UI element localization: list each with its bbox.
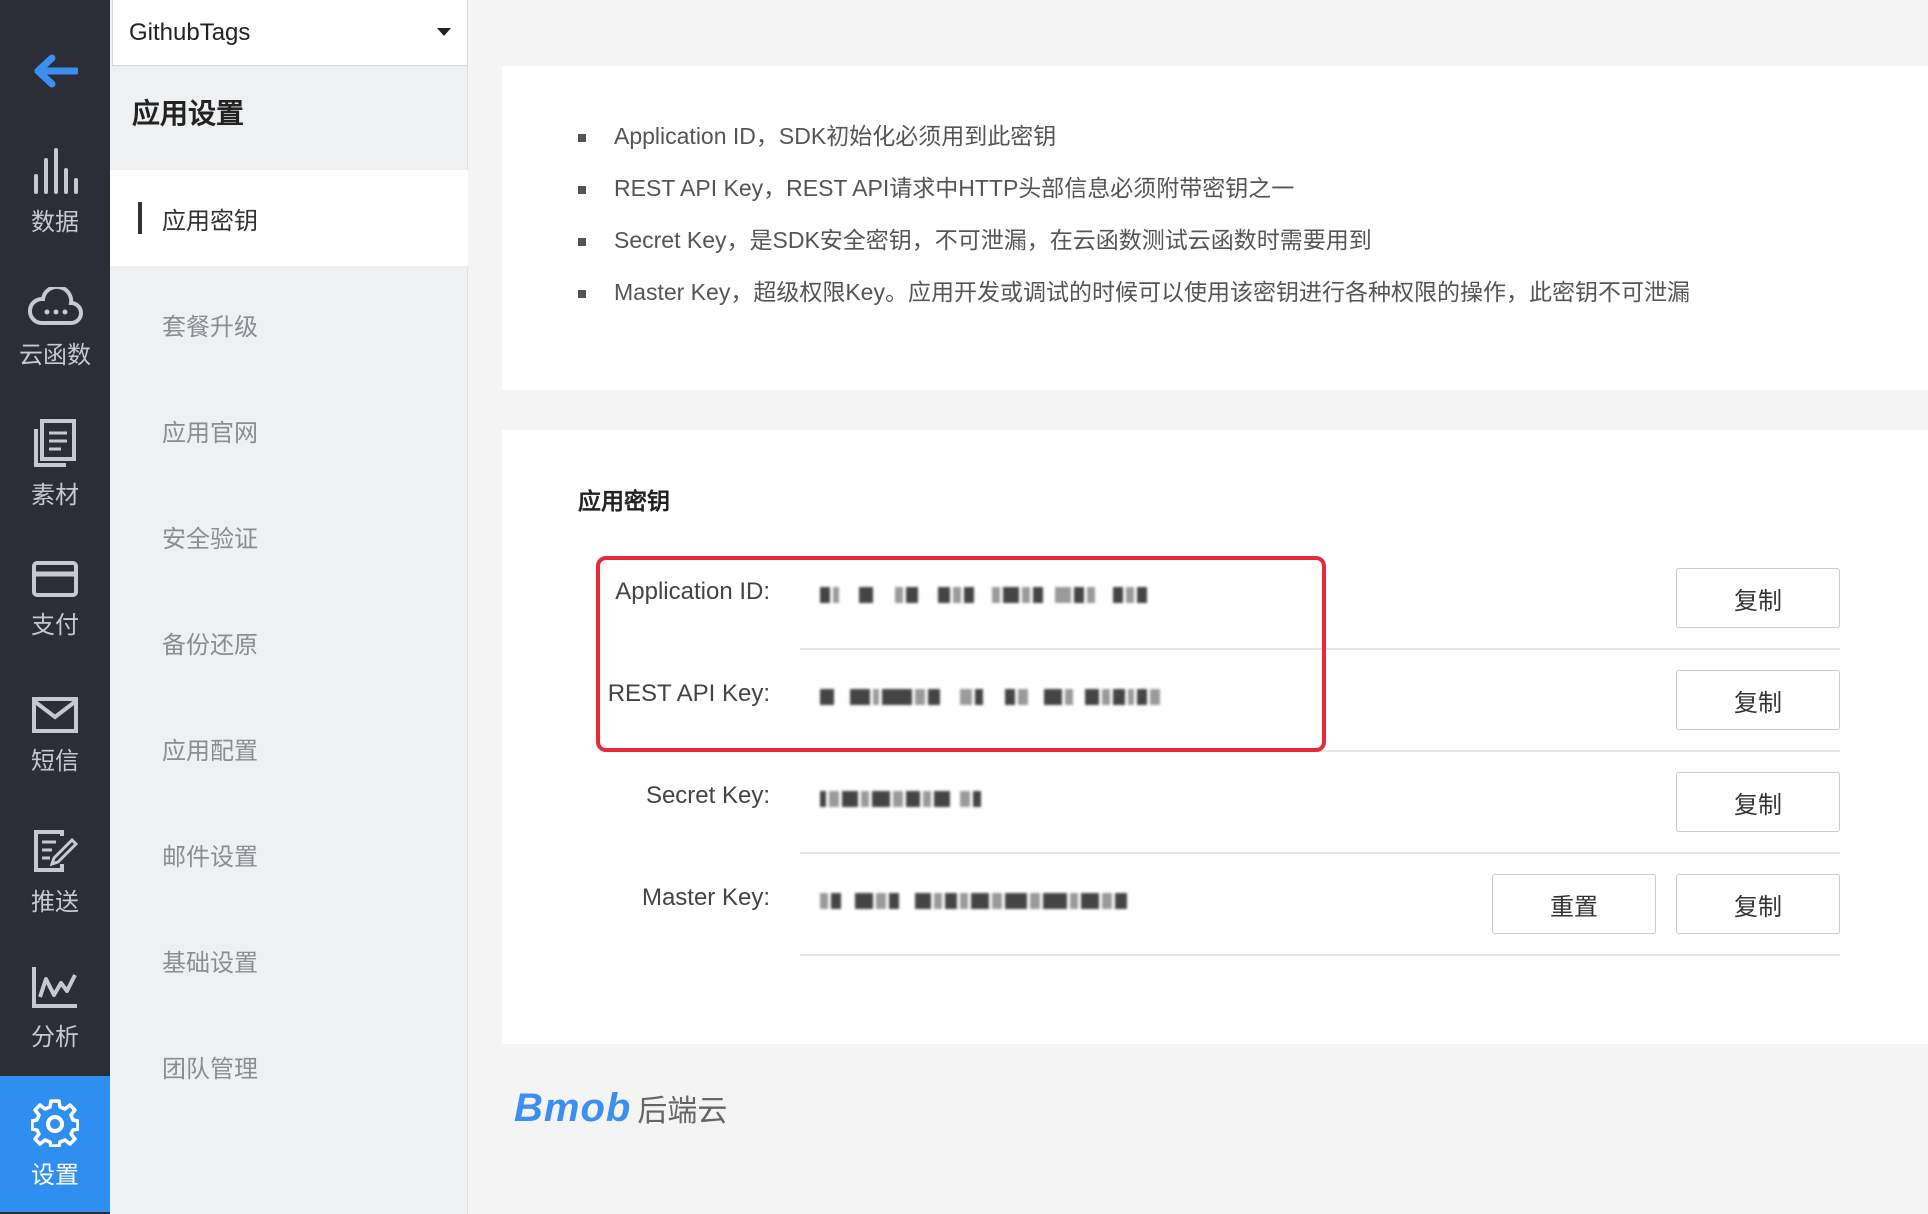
settings-sidebar: GithubTags 应用设置 应用密钥 套餐升级 应用官网 安全验证 备份还原… — [110, 0, 468, 1214]
back-button[interactable] — [0, 36, 110, 106]
bar-chart-icon — [34, 147, 78, 194]
sidebar-item-label: 应用密钥 — [162, 207, 258, 235]
rail-label: 设置 — [31, 1161, 79, 1189]
sidebar-item-app-keys[interactable]: 应用密钥 — [110, 170, 468, 266]
app-selector[interactable]: GithubTags — [112, 0, 468, 66]
rail-item-cloud-functions[interactable]: 云函数 — [0, 260, 110, 396]
list-item: Application ID，SDK初始化必须用到此密钥 — [578, 122, 1690, 174]
document-icon — [34, 418, 76, 467]
row-divider — [800, 954, 1840, 956]
key-row-application-id: Application ID: 复制 — [502, 548, 1928, 650]
copy-master-key-button[interactable]: 复制 — [1676, 874, 1840, 934]
line-chart-icon — [32, 966, 77, 1008]
key-label: REST API Key: — [607, 680, 770, 707]
key-row-master-key: Master Key: 重置 复制 — [502, 854, 1928, 956]
caret-down-icon — [437, 28, 451, 36]
sidebar-item-label: 基础设置 — [162, 949, 258, 977]
section-title: 应用密钥 — [578, 488, 670, 514]
key-value-redacted — [820, 585, 1240, 605]
sidebar-item-label: 应用官网 — [162, 419, 258, 447]
rail-label: 素材 — [31, 481, 79, 509]
sidebar-item-label: 备份还原 — [162, 631, 258, 659]
sidebar-item-app-website[interactable]: 应用官网 — [110, 382, 468, 478]
rail-item-payment[interactable]: 支付 — [0, 532, 110, 668]
rail-item-analytics[interactable]: 分析 — [0, 940, 110, 1076]
list-item: REST API Key，REST API请求中HTTP头部信息必须附带密钥之一 — [578, 174, 1690, 226]
rail-item-data[interactable]: 数据 — [0, 124, 110, 260]
rail-label: 云函数 — [19, 341, 91, 369]
key-row-secret-key: Secret Key: 复制 — [502, 752, 1928, 854]
sidebar-title: 应用设置 — [132, 98, 245, 129]
rail-item-settings[interactable]: 设置 — [0, 1076, 110, 1212]
back-arrow-icon — [34, 54, 78, 88]
sidebar-item-plan-upgrade[interactable]: 套餐升级 — [110, 276, 468, 372]
sidebar-item-label: 邮件设置 — [162, 843, 258, 871]
app-selector-value: GithubTags — [129, 18, 251, 46]
rail-label: 支付 — [31, 611, 79, 639]
key-label: Master Key: — [641, 884, 770, 911]
rail-label: 数据 — [31, 208, 79, 236]
card-icon — [32, 560, 78, 597]
bmob-logo: Bmob 后端云 — [514, 1086, 727, 1131]
sidebar-item-email-settings[interactable]: 邮件设置 — [110, 806, 468, 902]
copy-rest-api-key-button[interactable]: 复制 — [1676, 670, 1840, 730]
list-item: Master Key，超级权限Key。应用开发或调试的时候可以使用该密钥进行各种… — [578, 278, 1690, 330]
rail-item-sms[interactable]: 短信 — [0, 668, 110, 804]
sidebar-item-backup-restore[interactable]: 备份还原 — [110, 594, 468, 690]
sidebar-item-team[interactable]: 团队管理 — [110, 1018, 468, 1114]
key-value-redacted — [820, 687, 1240, 707]
brand-suffix: 后端云 — [637, 1095, 728, 1128]
key-row-rest-api-key: REST API Key: 复制 — [502, 650, 1928, 752]
key-label: Secret Key: — [645, 782, 770, 809]
push-icon — [34, 829, 78, 872]
sidebar-item-label: 套餐升级 — [162, 313, 258, 341]
mail-icon — [32, 696, 78, 733]
reset-master-key-button[interactable]: 重置 — [1492, 874, 1656, 934]
copy-secret-key-button[interactable]: 复制 — [1676, 772, 1840, 832]
sidebar-item-basic-settings[interactable]: 基础设置 — [110, 912, 468, 1008]
brand-name: Bmob — [514, 1086, 632, 1130]
key-info-list: Application ID，SDK初始化必须用到此密钥 REST API Ke… — [578, 122, 1690, 330]
sidebar-item-label: 安全验证 — [162, 525, 258, 553]
cloud-icon — [28, 286, 83, 325]
sidebar-item-label: 应用配置 — [162, 737, 258, 765]
key-value-redacted — [820, 789, 1240, 809]
list-item: Secret Key，是SDK安全密钥，不可泄漏，在云函数测试云函数时需要用到 — [578, 226, 1690, 278]
rail-label: 短信 — [31, 747, 79, 775]
key-info-card: Application ID，SDK初始化必须用到此密钥 REST API Ke… — [502, 66, 1928, 390]
app-keys-card: 应用密钥 Application ID: 复制 REST API Key: 复制… — [502, 430, 1928, 1044]
sidebar-item-app-config[interactable]: 应用配置 — [110, 700, 468, 796]
icon-rail: 数据 云函数 素材 支付 短信 推送 分析 设置 — [0, 0, 110, 1214]
rail-item-assets[interactable]: 素材 — [0, 396, 110, 532]
gear-icon — [31, 1098, 79, 1147]
key-label: Application ID: — [615, 578, 770, 605]
rail-item-push[interactable]: 推送 — [0, 804, 110, 940]
rail-label: 推送 — [31, 888, 79, 916]
sidebar-item-security[interactable]: 安全验证 — [110, 488, 468, 584]
rail-label: 分析 — [31, 1023, 79, 1051]
key-value-redacted — [820, 891, 1240, 911]
copy-application-id-button[interactable]: 复制 — [1676, 568, 1840, 628]
sidebar-item-label: 团队管理 — [162, 1055, 258, 1083]
